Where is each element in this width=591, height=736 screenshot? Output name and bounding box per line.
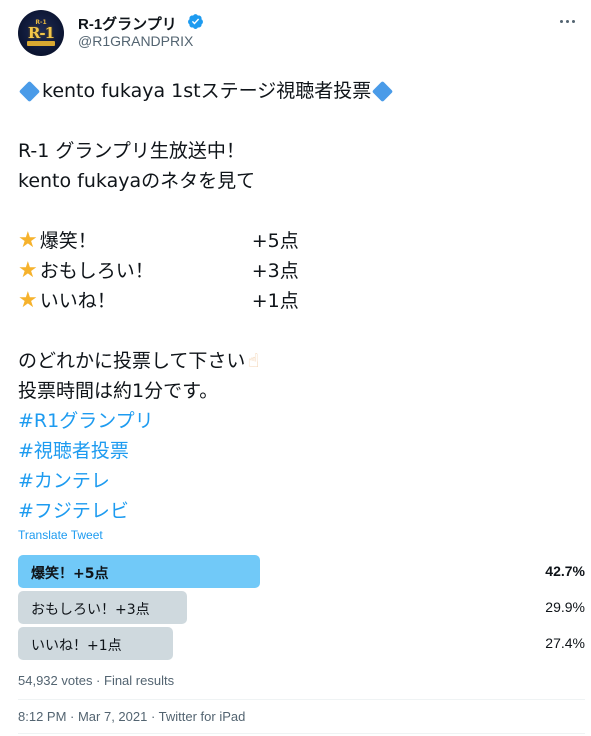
tweet-line: R-1 グランプリ生放送中！ (18, 140, 245, 162)
avatar[interactable]: R-1 R-1 (18, 10, 64, 56)
star-icon: ★ (18, 258, 38, 283)
avatar-logo-bar (27, 41, 55, 46)
score-label: おもしろい！ (39, 260, 154, 282)
poll-option-percent: 29.9% (545, 599, 585, 615)
score-row: ★ いいね！ +1点 (18, 286, 578, 316)
blue-diamond-icon (18, 80, 41, 102)
tweet-text: kento fukaya 1stステージ視聴者投票 R-1 グランプリ生放送中！… (18, 76, 578, 526)
poll-option-percent: 27.4% (545, 635, 585, 651)
poll-option-percent: 42.7% (545, 563, 585, 579)
tweet-line-text: のどれかに投票して下さい (18, 350, 246, 372)
score-points: +1点 (251, 290, 299, 312)
poll-option-label: いいね！+1点 (31, 638, 122, 654)
score-points: +3点 (251, 260, 299, 282)
tweet-line: のどれかに投票して下さい ☝ (18, 346, 578, 376)
star-icon: ★ (18, 228, 38, 253)
blue-diamond-icon (372, 80, 394, 102)
hashtag-link[interactable]: #視聴者投票 (18, 436, 578, 466)
score-points: +5点 (251, 230, 299, 252)
star-icon: ★ (18, 288, 38, 313)
poll-option: おもしろい！+3点 29.9% (18, 591, 585, 624)
tweet-title: kento fukaya 1stステージ視聴者投票 (42, 80, 372, 102)
display-name[interactable]: R-1グランプリ (78, 13, 177, 34)
score-row: ★ おもしろい！ +3点 (18, 256, 578, 286)
poll-option: 爆笑！+5点 42.7% (18, 555, 585, 588)
tweet-header: R-1 R-1 R-1グランプリ @R1GRANDPRIX (18, 10, 578, 56)
divider (18, 699, 585, 700)
tweet-title-line: kento fukaya 1stステージ視聴者投票 (18, 76, 578, 106)
more-options-icon[interactable] (556, 14, 578, 28)
tweet-line: kento fukayaのネタを見て (18, 170, 256, 192)
poll-option-label: 爆笑！+5点 (31, 566, 109, 582)
poll-option: いいね！+1点 27.4% (18, 627, 585, 660)
avatar-logo-main: R-1 (27, 24, 55, 42)
hashtag-link[interactable]: #カンテレ (18, 466, 578, 496)
tweet-line: 投票時間は約1分です。 (18, 380, 219, 402)
poll: 爆笑！+5点 42.7% おもしろい！+3点 29.9% いいね！+1点 27.… (18, 555, 585, 663)
score-label: 爆笑！ (39, 230, 97, 252)
poll-results-meta: 54,932 votes · Final results (18, 673, 175, 688)
verified-badge-icon (188, 14, 203, 29)
score-row: ★ 爆笑！ +5点 (18, 226, 578, 256)
score-label: いいね！ (39, 290, 116, 312)
hashtag-link[interactable]: #フジテレビ (18, 496, 578, 526)
hashtag-link[interactable]: #R1グランプリ (18, 406, 578, 436)
pointing-hand-icon: ☝ (247, 350, 260, 372)
translate-tweet-link[interactable]: Translate Tweet (18, 528, 103, 542)
user-handle[interactable]: @R1GRANDPRIX (78, 33, 193, 49)
poll-option-label: おもしろい！+3点 (31, 602, 150, 618)
divider (18, 733, 585, 734)
tweet-timestamp[interactable]: 8:12 PM · Mar 7, 2021 · Twitter for iPad (18, 709, 245, 724)
